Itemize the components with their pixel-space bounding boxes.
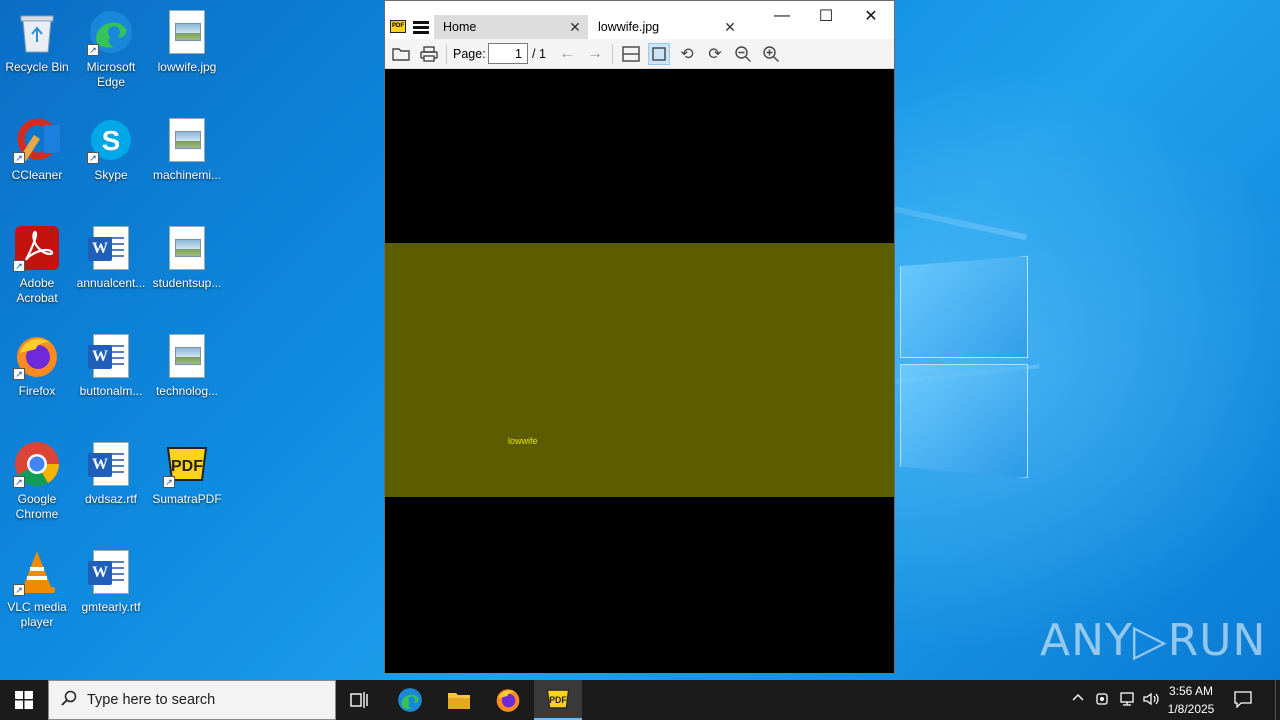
page-total: / 1	[532, 47, 546, 61]
chrome-icon: ↗	[13, 440, 61, 488]
edge-icon: ↗	[87, 8, 135, 56]
skype-icon: S ↗	[87, 116, 135, 164]
search-placeholder: Type here to search	[87, 692, 216, 708]
svg-text:PDF: PDF	[549, 695, 567, 705]
image-file-icon	[163, 8, 211, 56]
close-tab-icon[interactable]: ✕	[568, 19, 582, 36]
task-view-button[interactable]	[336, 680, 384, 720]
windows-logo-icon	[15, 691, 33, 709]
volume-icon[interactable]	[1142, 691, 1160, 710]
word-doc-icon: W	[87, 332, 135, 380]
rotate-left-icon[interactable]: ⟲	[676, 43, 698, 65]
vlc-icon: ↗	[13, 548, 61, 596]
edge-icon	[398, 688, 422, 712]
sumatra-viewer-window[interactable]: PDF Home ✕ lowwife.jpg ✕ — ☐ ✕ Page: / 1…	[384, 0, 895, 673]
windows-logo-pane-top	[900, 256, 1028, 358]
word-doc-icon: W	[87, 224, 135, 272]
document-canvas[interactable]: lowwife	[385, 69, 894, 673]
fit-width-icon[interactable]	[620, 43, 642, 65]
desktop-icon-google-chrome[interactable]: ↗ Google Chrome	[0, 440, 75, 522]
page-number-input[interactable]	[488, 43, 528, 64]
taskbar-edge-button[interactable]	[386, 680, 434, 720]
task-view-icon	[350, 692, 368, 708]
open-folder-icon[interactable]	[390, 43, 412, 65]
clock-date: 1/8/2025	[1167, 702, 1215, 716]
hamburger-menu-icon[interactable]	[413, 21, 429, 34]
clock-time: 3:56 AM	[1168, 684, 1214, 698]
taskbar-file-explorer-button[interactable]	[435, 680, 483, 720]
tab-lowwife[interactable]: lowwife.jpg ✕	[589, 15, 743, 39]
desktop-icon-studentsup[interactable]: studentsup...	[149, 224, 225, 291]
next-page-arrow-icon[interactable]: →	[584, 43, 606, 65]
toolbar-separator	[446, 44, 447, 64]
desktop-icon-microsoft-edge[interactable]: ↗ Microsoft Edge	[73, 8, 149, 90]
tab-home[interactable]: Home ✕	[434, 15, 588, 39]
desktop-icon-dvdsaz[interactable]: W dvdsaz.rtf	[73, 440, 149, 507]
firefox-icon: ↗	[13, 332, 61, 380]
svg-text:S: S	[102, 125, 121, 156]
windows-logo-pane-bottom	[900, 364, 1028, 478]
desktop-icon-ccleaner[interactable]: ↗ CCleaner	[0, 116, 75, 183]
print-icon[interactable]	[418, 43, 440, 65]
close-tab-icon[interactable]: ✕	[723, 19, 737, 36]
anyrun-watermark: ANY▷RUN	[1040, 614, 1267, 666]
desktop-icon-vlc[interactable]: ↗ VLC media player	[0, 548, 75, 630]
start-button[interactable]	[0, 680, 48, 720]
minimize-button[interactable]: —	[759, 1, 805, 31]
desktop-icon-sumatrapdf[interactable]: PDF ↗ SumatraPDF	[149, 440, 225, 507]
desktop-icon-adobe-acrobat[interactable]: ↗ Adobe Acrobat	[0, 224, 75, 306]
toolbar-separator	[612, 44, 613, 64]
page-label: Page:	[453, 47, 486, 61]
desktop-icon-gmtearly[interactable]: W gmtearly.rtf	[73, 548, 149, 615]
taskbar: Type here to search PDF 3:56 AM 1/8/2025	[0, 680, 1280, 720]
taskbar-firefox-button[interactable]	[484, 680, 532, 720]
desktop-icon-technolog[interactable]: technolog...	[149, 332, 225, 399]
folder-icon	[448, 693, 470, 709]
notification-center-icon[interactable]	[1234, 690, 1252, 712]
svg-text:PDF: PDF	[171, 458, 203, 475]
desktop-icon-machinemi[interactable]: machinemi...	[149, 116, 225, 183]
desktop-icon-buttonalm[interactable]: W buttonalm...	[73, 332, 149, 399]
zoom-out-icon[interactable]	[732, 43, 754, 65]
tab-home-label: Home	[443, 20, 477, 34]
show-hidden-icons-chevron-icon[interactable]	[1071, 691, 1085, 708]
displayed-image: lowwife	[385, 243, 894, 497]
meet-now-icon[interactable]	[1095, 691, 1111, 710]
search-icon	[61, 690, 81, 710]
desktop-icon-lowwife-jpg[interactable]: lowwife.jpg	[149, 8, 225, 75]
taskbar-sumatrapdf-button[interactable]: PDF	[534, 680, 582, 720]
word-doc-icon: W	[87, 548, 135, 596]
zoom-in-icon[interactable]	[760, 43, 782, 65]
sumatra-app-icon[interactable]: PDF	[390, 20, 406, 33]
maximize-button[interactable]: ☐	[803, 1, 849, 31]
sumatra-icon: PDF	[546, 689, 570, 709]
taskbar-search-box[interactable]: Type here to search	[48, 680, 336, 720]
image-file-icon	[163, 224, 211, 272]
word-doc-icon: W	[87, 440, 135, 488]
ccleaner-icon: ↗	[13, 116, 61, 164]
image-file-icon	[163, 116, 211, 164]
network-icon[interactable]	[1118, 691, 1136, 710]
desktop-icon-skype[interactable]: S ↗ Skype	[73, 116, 149, 183]
fit-page-icon[interactable]	[648, 43, 670, 65]
viewer-toolbar: Page: / 1 ← → ⟲ ⟳	[385, 39, 894, 69]
image-text: lowwife	[508, 436, 538, 446]
rotate-right-icon[interactable]: ⟳	[704, 43, 726, 65]
close-window-button[interactable]: ✕	[848, 1, 894, 31]
desktop-icon-recycle-bin[interactable]: Recycle Bin	[0, 8, 75, 75]
tab-lowwife-label: lowwife.jpg	[598, 20, 660, 34]
desktop-icon-firefox[interactable]: ↗ Firefox	[0, 332, 75, 399]
image-file-icon	[163, 332, 211, 380]
previous-page-arrow-icon[interactable]: ←	[556, 43, 578, 65]
recycle-bin-icon	[13, 8, 61, 56]
sumatra-icon: PDF ↗	[163, 440, 211, 488]
system-clock[interactable]: 3:56 AM 1/8/2025	[1160, 682, 1222, 718]
desktop-icon-annualcent[interactable]: W annualcent...	[73, 224, 149, 291]
title-bar[interactable]: PDF Home ✕ lowwife.jpg ✕ — ☐ ✕	[385, 1, 894, 39]
firefox-icon	[496, 689, 520, 712]
acrobat-icon: ↗	[13, 224, 61, 272]
show-desktop-button[interactable]	[1275, 680, 1280, 720]
